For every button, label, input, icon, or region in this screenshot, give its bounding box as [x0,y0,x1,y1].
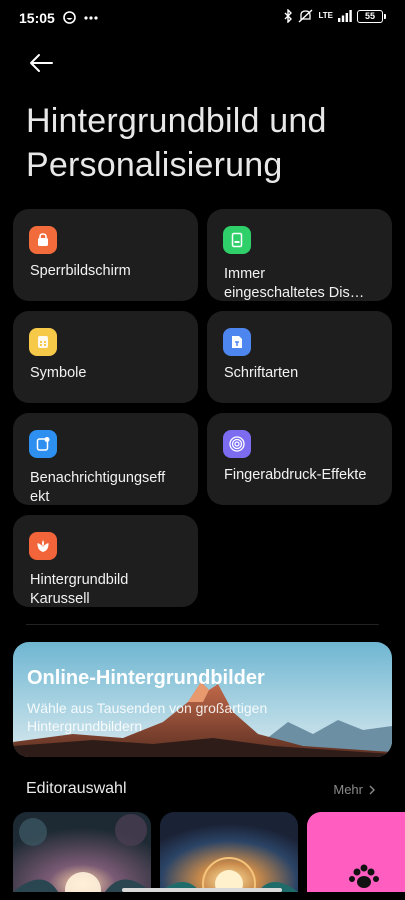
tile-wallpaper-carousel[interactable]: Hintergrundbild Karussell [13,515,198,607]
chevron-right-icon [369,785,375,794]
tile-fingerprint-effects[interactable]: Fingerabdruck-Effekte [207,413,392,505]
signal-icon [338,10,352,22]
section-title: Editorauswahl [26,780,127,797]
tile-label: Sperrbildschirm [30,263,131,279]
bluetooth-icon [284,9,293,23]
wallpaper-carousel-icon [29,532,57,560]
tile-fonts[interactable]: Schriftarten [207,311,392,403]
banner-title: Online-Hintergrundbilder [27,667,265,689]
divider [26,624,379,625]
icons-icon [29,328,57,356]
notification-app-icon [63,11,76,24]
status-bar: 15:05 LTE 55 [0,0,405,36]
online-wallpapers-banner[interactable]: Online-Hintergrundbilder Wähle aus Tause… [13,642,392,757]
battery-level: 55 [364,11,375,21]
wallpaper-thumbnail[interactable] [13,812,151,892]
page-title: Hintergrundbild und Personalisierung [26,102,327,184]
battery-icon: 55 [357,9,386,23]
tile-label: Hintergrundbild Karussell [30,572,129,607]
mute-icon [299,9,313,23]
network-type: LTE [318,11,333,20]
tile-label: Benachrichtigungseff ekt [30,470,166,505]
fonts-icon [223,328,251,356]
tile-label: Fingerabdruck-Effekte [224,467,367,483]
tile-label: Symbole [30,365,87,381]
settings-grid: Sperrbildschirm Immer eingeschaltetes Dis… [13,209,392,607]
wallpaper-thumbnails [13,812,405,900]
notification-effect-icon [29,430,57,458]
tile-always-on-display[interactable]: Immer eingeschaltetes Dis… [207,209,392,301]
status-right-icons: LTE 55 [284,9,386,23]
tile-notification-effect[interactable]: Benachrichtigungseff ekt [13,413,198,505]
lock-screen-icon [29,226,57,254]
more-link[interactable]: Mehr [333,782,375,797]
status-left-icons [63,11,98,24]
wallpaper-thumbnail[interactable] [160,812,298,892]
status-time: 15:05 [19,10,55,26]
always-on-display-icon [223,226,251,254]
wallpaper-thumbnail[interactable] [307,812,405,892]
paw-icon [349,864,379,888]
back-button[interactable] [26,48,56,78]
tile-label: Immer eingeschaltetes Dis… [224,266,365,301]
banner-subtitle: Wähle aus Tausenden von großartigen Hint… [27,700,268,734]
more-notifications-icon [84,15,98,20]
tile-icons[interactable]: Symbole [13,311,198,403]
fingerprint-icon [223,430,251,458]
back-arrow-icon [30,54,53,72]
more-label: Mehr [333,782,363,797]
tile-lock-screen[interactable]: Sperrbildschirm [13,209,198,301]
tile-label: Schriftarten [224,365,299,381]
home-indicator[interactable] [122,888,282,892]
